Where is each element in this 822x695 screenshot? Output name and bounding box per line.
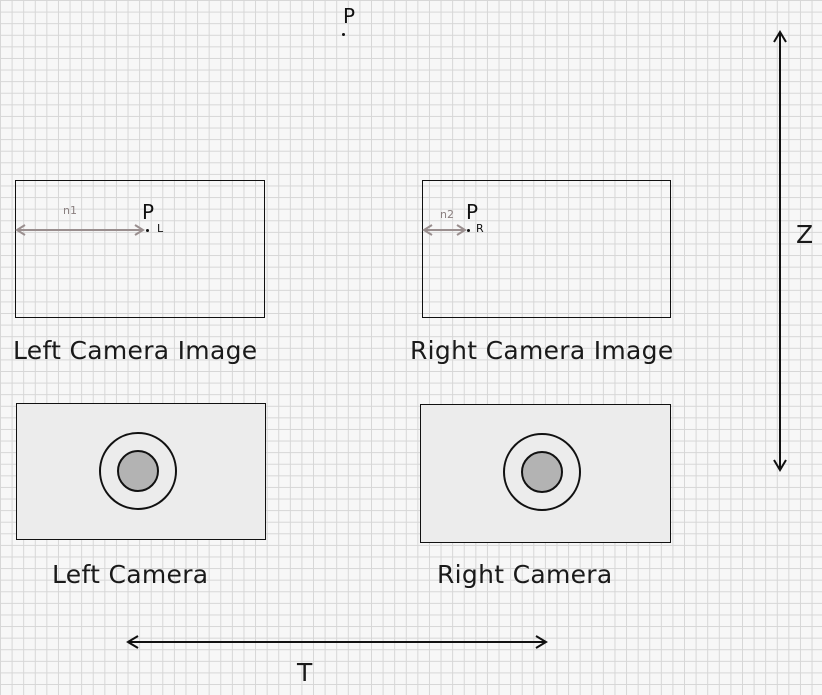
- right-offset-arrow: [422, 224, 467, 236]
- baseline-arrow: [126, 635, 548, 649]
- arrows-layer: [15, 30, 787, 649]
- baseline-label: T: [297, 658, 313, 687]
- depth-label: Z: [796, 220, 814, 249]
- depth-arrow: [773, 30, 787, 472]
- left-offset-arrow: [15, 224, 145, 236]
